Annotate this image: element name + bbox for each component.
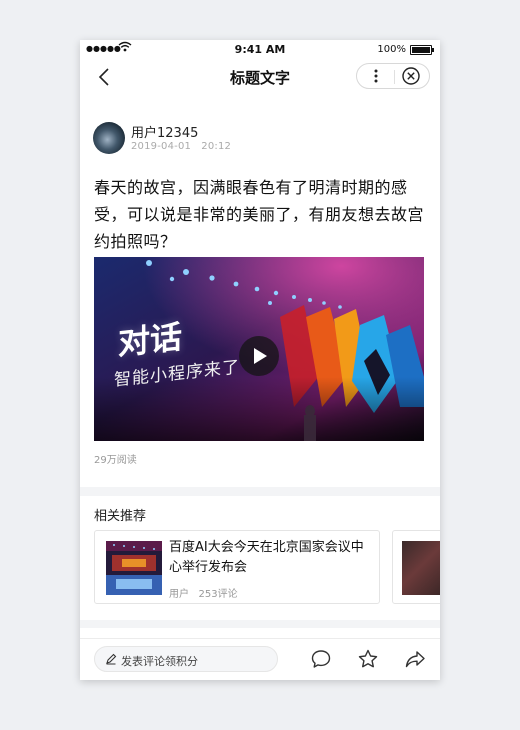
play-button[interactable] bbox=[239, 336, 279, 376]
section-divider bbox=[80, 487, 440, 496]
post-date-day: 2019-04-01 bbox=[131, 141, 192, 152]
recommend-thumbnail bbox=[106, 541, 162, 595]
battery-percent: 100% bbox=[377, 44, 406, 55]
post-date: 2019-04-01 20:12 bbox=[131, 141, 231, 152]
comment-placeholder: 发表评论领积分 bbox=[121, 655, 198, 668]
nav-bar: 标题文字 bbox=[80, 60, 440, 94]
post-text: 春天的故宫，因满眼春色有了明清时期的感受，可以说是非常的美丽了，有朋友想去故宫约… bbox=[94, 178, 425, 251]
play-icon bbox=[254, 348, 267, 364]
battery-icon bbox=[410, 45, 434, 55]
comment-input[interactable]: 发表评论领积分 bbox=[94, 646, 278, 672]
recommend-heading: 相关推荐 bbox=[94, 509, 147, 524]
more-icon[interactable] bbox=[367, 67, 385, 85]
close-icon[interactable] bbox=[401, 66, 421, 86]
recommend-card-comments: 253评论 bbox=[198, 589, 238, 600]
video-player[interactable]: 对话 智能小程序来了 bbox=[94, 257, 424, 441]
capsule-divider bbox=[394, 70, 395, 84]
section-divider bbox=[80, 620, 440, 628]
recommend-card-partial[interactable] bbox=[392, 530, 440, 604]
recommend-card-title: 百度AI大会今天在北京国家会议中心举行发布会 bbox=[169, 540, 364, 575]
read-count: 29万阅读 bbox=[94, 455, 137, 466]
avatar[interactable] bbox=[93, 122, 125, 154]
share-icon[interactable] bbox=[404, 648, 426, 670]
recommend-card-meta: 用户 253评论 bbox=[169, 585, 238, 600]
recommend-card[interactable]: 百度AI大会今天在北京国家会议中心举行发布会 用户 253评论 bbox=[94, 530, 380, 604]
phone-frame: ●●●●● 9:41 AM 100% 标题文字 用户12345 2019-04-… bbox=[80, 40, 440, 680]
pen-icon bbox=[106, 653, 117, 665]
recommend-thumbnail bbox=[402, 541, 440, 595]
menu-capsule bbox=[356, 63, 430, 89]
bottom-action-bar: 发表评论领积分 bbox=[80, 638, 440, 680]
username[interactable]: 用户12345 bbox=[131, 122, 198, 141]
star-icon[interactable] bbox=[357, 648, 379, 670]
recommend-card-author: 用户 bbox=[169, 589, 189, 600]
comment-icon[interactable] bbox=[310, 648, 332, 670]
video-caption-title: 对话 bbox=[118, 317, 183, 363]
status-bar: ●●●●● 9:41 AM 100% bbox=[80, 40, 440, 60]
post-date-time: 20:12 bbox=[201, 141, 232, 152]
